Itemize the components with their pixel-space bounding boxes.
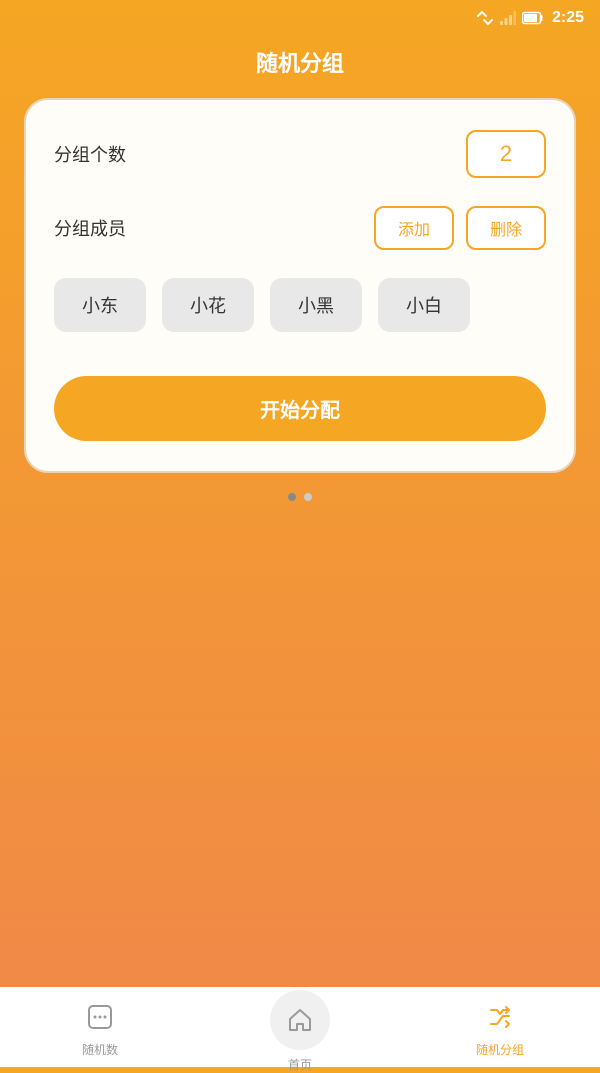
- member-tag-1[interactable]: 小花: [162, 278, 254, 332]
- arrows-icon: [476, 11, 494, 25]
- nav-label-random-group: 随机分组: [476, 1041, 524, 1058]
- nav-item-home[interactable]: 首页: [200, 982, 400, 1073]
- members-grid: 小东 小花 小黑 小白: [54, 278, 546, 332]
- signal-icon: [500, 11, 516, 25]
- status-bar: 2:25: [0, 0, 600, 36]
- group-count-label: 分组个数: [54, 141, 466, 167]
- home-circle: [270, 990, 330, 1050]
- home-icon: [286, 1006, 314, 1034]
- nav-item-random-group[interactable]: 随机分组: [400, 996, 600, 1058]
- battery-icon: [522, 11, 544, 25]
- time-display: 2:25: [552, 9, 584, 27]
- random-group-icon: [487, 1004, 513, 1037]
- pagination-dots: [0, 493, 600, 501]
- member-tag-2[interactable]: 小黑: [270, 278, 362, 332]
- nav-item-random-num[interactable]: 随机数: [0, 996, 200, 1058]
- dot-1: [288, 493, 296, 501]
- main-card: 分组个数 分组成员 添加 删除 小东 小花 小黑 小白 开始分配: [24, 98, 576, 473]
- delete-button[interactable]: 删除: [466, 206, 546, 250]
- add-button[interactable]: 添加: [374, 206, 454, 250]
- nav-label-random-num: 随机数: [82, 1041, 118, 1058]
- status-icons: [476, 11, 544, 25]
- bottom-nav: 随机数 首页 随机分组: [0, 987, 600, 1067]
- group-count-input[interactable]: [466, 130, 546, 178]
- dot-2: [304, 493, 312, 501]
- page-title: 随机分组: [0, 36, 600, 98]
- member-tag-3[interactable]: 小白: [378, 278, 470, 332]
- start-button[interactable]: 开始分配: [54, 376, 546, 441]
- member-actions: 添加 删除: [374, 206, 546, 250]
- nav-label-home: 首页: [288, 1056, 312, 1073]
- members-label: 分组成员: [54, 215, 374, 241]
- member-tag-0[interactable]: 小东: [54, 278, 146, 332]
- group-count-row: 分组个数: [54, 130, 546, 178]
- random-num-icon: [87, 1004, 113, 1037]
- members-row: 分组成员 添加 删除: [54, 206, 546, 250]
